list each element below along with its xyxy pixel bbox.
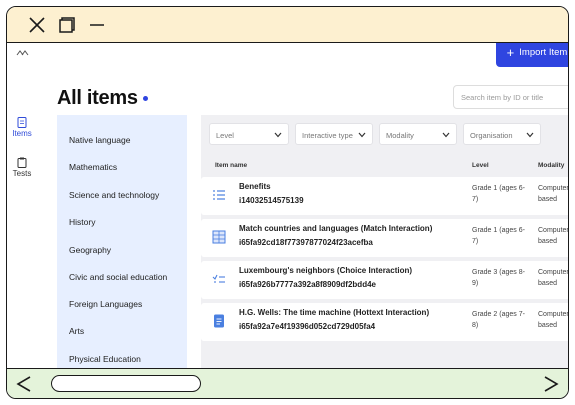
app-area: Items Tests + Import Item All items Sear…	[7, 43, 568, 370]
choice-icon	[212, 274, 225, 283]
chevron-down-icon	[358, 132, 366, 138]
category-item[interactable]: Civic and social education	[69, 272, 167, 282]
table-row[interactable]: H.G. Wells: The time machine (Hottext In…	[201, 303, 568, 341]
category-item[interactable]: Native language	[69, 135, 130, 145]
category-item[interactable]: Physical Education	[69, 354, 141, 364]
item-title: Match countries and languages (Match Int…	[239, 224, 433, 233]
category-item[interactable]: Foreign Languages	[69, 299, 142, 309]
title-dot	[142, 96, 148, 102]
column-header[interactable]: Level	[472, 162, 489, 169]
item-level: Grade 1 (ages 6-7)	[472, 185, 525, 203]
scroll-right-icon[interactable]	[542, 374, 560, 394]
window-frame: Items Tests + Import Item All items Sear…	[6, 6, 569, 399]
filter-bar: Level Interactive type Modality Organisa…	[201, 115, 568, 155]
item-id: i65fa926b7777a392a8f8909df2bdd4e	[239, 280, 376, 289]
table-header: Item name Level Modality	[201, 159, 568, 175]
category-item[interactable]: History	[69, 217, 95, 227]
grid-icon	[212, 230, 226, 244]
table-row[interactable]: Benefits i14032514575139 Grade 1 (ages 6…	[201, 177, 568, 215]
window-titlebar	[7, 7, 568, 43]
list-icon	[213, 190, 225, 200]
clipboard-icon	[17, 157, 27, 168]
filter-modality[interactable]: Modality	[379, 123, 457, 145]
table-row[interactable]: Match countries and languages (Match Int…	[201, 219, 568, 257]
document-icon	[17, 117, 27, 128]
item-level: Grade 2 (ages 7-8)	[472, 311, 525, 329]
search-input[interactable]: Search item by ID or title	[453, 85, 568, 109]
category-item[interactable]: Geography	[69, 245, 111, 255]
rail-label-items: Items	[12, 129, 32, 138]
rail-label-tests: Tests	[12, 169, 32, 178]
chevron-down-icon	[526, 132, 534, 138]
chevron-down-icon	[442, 132, 450, 138]
category-item[interactable]: Mathematics	[69, 162, 117, 172]
rail-item-items[interactable]: Items	[7, 117, 37, 138]
scroll-left-icon[interactable]	[15, 374, 33, 394]
rail-item-tests[interactable]: Tests	[7, 157, 37, 178]
item-modality: Computer based	[538, 311, 568, 329]
minimize-icon[interactable]	[87, 15, 107, 35]
item-level: Grade 1 (ages 6-7)	[472, 227, 525, 245]
collapse-icon[interactable]	[15, 47, 29, 57]
page-title-text: All items	[57, 87, 138, 109]
filter-organisation-label: Organisation	[470, 131, 513, 140]
category-list: Native language Mathematics Science and …	[57, 115, 187, 370]
restore-icon[interactable]	[57, 15, 77, 35]
document-icon	[214, 314, 224, 328]
filter-interactive-type-label: Interactive type	[302, 131, 353, 140]
category-item[interactable]: Arts	[69, 326, 84, 336]
search-placeholder: Search item by ID or title	[461, 93, 544, 102]
filter-level[interactable]: Level	[209, 123, 289, 145]
import-item-button[interactable]: + Import Item	[496, 43, 568, 67]
horizontal-scrollbar[interactable]	[7, 368, 568, 398]
item-id: i65fa92a7e4f19396d052cd729d05fa4	[239, 322, 376, 331]
filter-organisation[interactable]: Organisation	[463, 123, 541, 145]
item-title: H.G. Wells: The time machine (Hottext In…	[239, 308, 430, 317]
item-modality: Computer based	[538, 185, 568, 203]
column-header[interactable]: Modality	[538, 162, 564, 169]
plus-icon: +	[506, 44, 515, 60]
item-id: i65fa92cd18f77397877024f23acefba	[239, 238, 373, 247]
item-modality: Computer based	[538, 269, 568, 287]
items-panel: Level Interactive type Modality Organisa…	[201, 115, 568, 370]
category-item[interactable]: Science and technology	[69, 190, 159, 200]
item-id: i14032514575139	[239, 196, 304, 205]
filter-interactive-type[interactable]: Interactive type	[295, 123, 373, 145]
item-title: Luxembourg's neighbors (Choice Interacti…	[239, 266, 413, 275]
item-level: Grade 3 (ages 8-9)	[472, 269, 525, 287]
column-header[interactable]: Item name	[215, 162, 247, 169]
filter-modality-label: Modality	[386, 131, 414, 140]
table-row[interactable]: Luxembourg's neighbors (Choice Interacti…	[201, 261, 568, 299]
chevron-down-icon	[274, 132, 282, 138]
item-modality: Computer based	[538, 227, 568, 245]
import-item-label: Import Item	[519, 46, 568, 58]
item-title: Benefits	[239, 182, 271, 191]
nav-rail: Items Tests	[7, 43, 37, 370]
page-title: All items	[57, 87, 148, 110]
filter-level-label: Level	[216, 131, 234, 140]
close-icon[interactable]	[27, 15, 47, 35]
scrollbar-thumb[interactable]	[51, 375, 201, 392]
